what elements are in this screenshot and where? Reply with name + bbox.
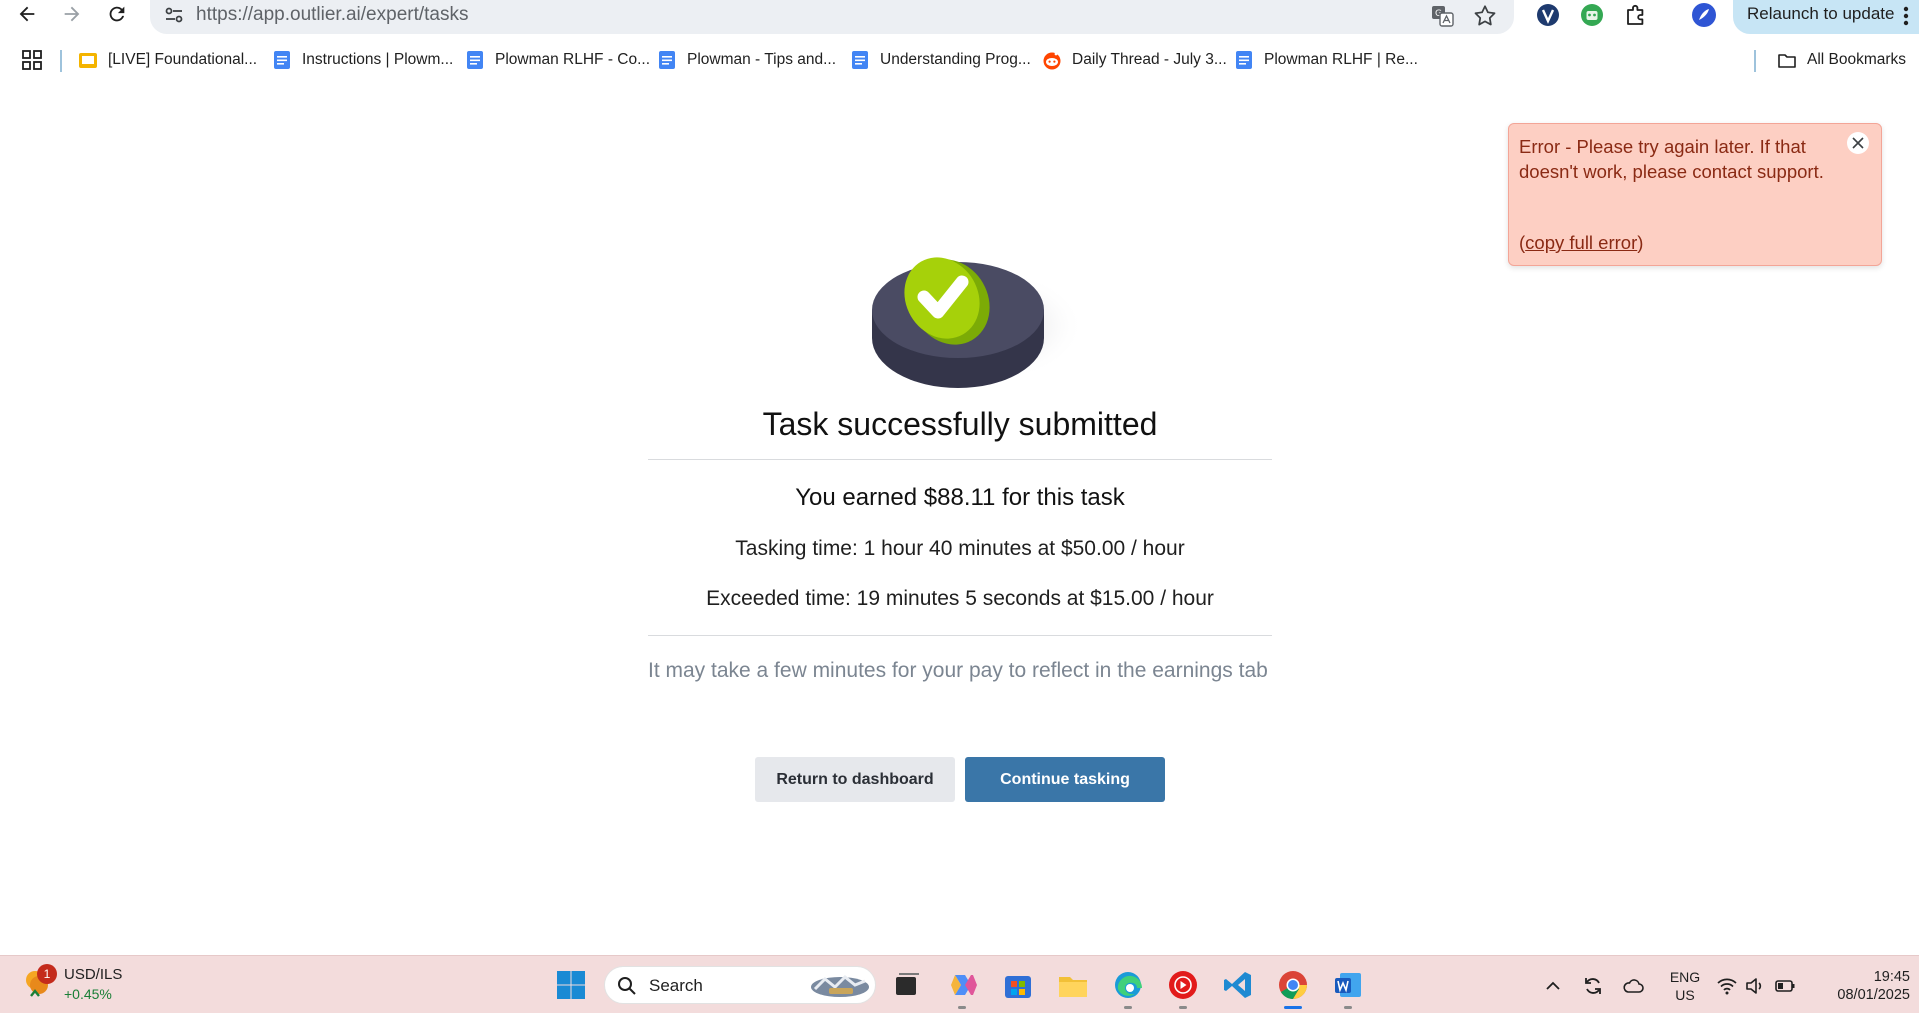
site-info-icon[interactable] xyxy=(162,3,186,27)
docs-icon xyxy=(852,51,868,69)
translate-icon[interactable]: G xyxy=(1430,3,1456,29)
bookmark-item[interactable]: [LIVE] Foundational... xyxy=(78,48,257,72)
earned-amount: You earned $88.11 for this task xyxy=(795,484,1125,511)
profile-avatar-icon[interactable] xyxy=(1690,1,1718,29)
youtube-music-icon[interactable] xyxy=(1167,969,1199,1001)
bookmark-item[interactable]: Instructions | Plowm... xyxy=(272,48,453,72)
clock-time: 19:45 xyxy=(1873,969,1910,985)
onedrive-cloud-icon[interactable] xyxy=(1622,975,1644,997)
close-toast-button[interactable] xyxy=(1847,132,1869,154)
running-indicator xyxy=(1124,1006,1132,1009)
running-indicator xyxy=(958,1006,966,1009)
all-bookmarks-button[interactable]: All Bookmarks xyxy=(1777,48,1906,72)
slides-icon xyxy=(79,53,97,68)
relaunch-label: Relaunch to update xyxy=(1747,4,1895,23)
relaunch-to-update-button[interactable]: Relaunch to update xyxy=(1733,0,1919,34)
language-indicator[interactable]: ENG US xyxy=(1668,968,1702,1004)
search-placeholder: Search xyxy=(649,976,703,995)
v-extension-icon[interactable] xyxy=(1534,1,1562,29)
copy-full-error-link[interactable]: copy full error xyxy=(1525,232,1637,253)
search-icon xyxy=(618,977,636,995)
active-indicator xyxy=(1284,1006,1302,1009)
bookmark-item[interactable]: Plowman RLHF | Re... xyxy=(1234,48,1418,72)
back-arrow-icon xyxy=(19,6,35,22)
divider xyxy=(648,459,1272,460)
notification-badge: 1 xyxy=(37,964,57,984)
continue-tasking-button[interactable]: Continue tasking xyxy=(965,757,1165,802)
exceeded-time: Exceeded time: 19 minutes 5 seconds at $… xyxy=(706,587,1214,610)
copy-full-error: (copy full error) xyxy=(1519,232,1644,253)
docs-icon xyxy=(1236,51,1252,69)
bookmarks-bar: [LIVE] Foundational... Instructions | Pl… xyxy=(0,42,1919,78)
error-message: Error - Please try again later. If that … xyxy=(1519,136,1824,182)
chevron-up-icon[interactable] xyxy=(1542,975,1564,997)
bookmark-item[interactable]: Understanding Prog... xyxy=(850,48,1031,72)
url-text: https://app.outlier.ai/expert/tasks xyxy=(196,4,469,25)
file-explorer-icon[interactable] xyxy=(1057,969,1089,1001)
widget-change: +0.45% xyxy=(64,986,112,1002)
running-indicator xyxy=(1179,1006,1187,1009)
bookmark-item[interactable]: Plowman RLHF - Co... xyxy=(465,48,650,72)
error-toast: Error - Please try again later. If that … xyxy=(1508,123,1882,266)
folder-icon xyxy=(1778,54,1796,68)
chrome-icon[interactable] xyxy=(1277,969,1309,1001)
close-icon xyxy=(1852,137,1864,149)
forward-arrow-icon xyxy=(64,6,80,22)
task-view-icon[interactable] xyxy=(890,969,922,1001)
page-title: Task successfully submitted xyxy=(762,406,1158,442)
system-clock[interactable]: 19:45 08/01/2025 xyxy=(1810,968,1910,1004)
address-bar[interactable]: https://app.outlier.ai/expert/tasks G xyxy=(150,0,1514,34)
docs-icon xyxy=(274,51,290,69)
pay-reflection-note: It may take a few minutes for your pay t… xyxy=(648,659,1268,682)
microsoft-store-icon[interactable] xyxy=(1002,969,1034,1001)
word-icon[interactable] xyxy=(1332,969,1364,1001)
docs-icon xyxy=(467,51,483,69)
docs-icon xyxy=(659,51,675,69)
running-indicator xyxy=(1344,1006,1352,1009)
windows-start-icon[interactable] xyxy=(556,970,586,1000)
browser-toolbar: https://app.outlier.ai/expert/tasks G Re… xyxy=(0,0,1919,42)
widget-currency-pair[interactable]: USD/ILS xyxy=(64,966,122,983)
more-vert-icon xyxy=(1903,6,1909,26)
sync-icon[interactable] xyxy=(1582,975,1604,997)
reload-button[interactable] xyxy=(99,0,135,28)
success-check-illustration xyxy=(872,257,1084,388)
return-to-dashboard-button[interactable]: Return to dashboard xyxy=(755,757,955,802)
search-highlight-icon xyxy=(811,974,869,997)
bookmark-item[interactable]: Plowman - Tips and... xyxy=(657,48,836,72)
tasking-time: Tasking time: 1 hour 40 minutes at $50.0… xyxy=(735,537,1185,560)
taskbar-search[interactable]: Search xyxy=(604,966,876,1004)
forward-button[interactable] xyxy=(54,0,90,28)
bookmarks-separator xyxy=(60,50,62,72)
robot-extension-icon[interactable] xyxy=(1578,1,1606,29)
bookmark-item[interactable]: Daily Thread - July 3... xyxy=(1042,48,1227,72)
back-button[interactable] xyxy=(9,0,45,28)
wifi-icon[interactable] xyxy=(1716,975,1738,997)
reddit-icon xyxy=(1043,52,1061,70)
vscode-icon[interactable] xyxy=(1222,969,1254,1001)
battery-icon[interactable] xyxy=(1774,975,1796,997)
clock-date: 08/01/2025 xyxy=(1837,987,1910,1003)
bookmarks-separator xyxy=(1754,50,1756,72)
bookmark-star-icon[interactable] xyxy=(1472,3,1498,29)
copilot-icon[interactable] xyxy=(947,969,979,1001)
extensions-puzzle-icon[interactable] xyxy=(1622,1,1650,29)
divider xyxy=(648,635,1272,636)
edge-icon[interactable] xyxy=(1112,969,1144,1001)
volume-icon[interactable] xyxy=(1744,975,1766,997)
apps-grid-icon[interactable] xyxy=(22,50,42,70)
reload-icon xyxy=(109,6,125,22)
windows-taskbar: 1 USD/ILS +0.45% Search ENG US 19:45 08/… xyxy=(0,955,1919,1013)
